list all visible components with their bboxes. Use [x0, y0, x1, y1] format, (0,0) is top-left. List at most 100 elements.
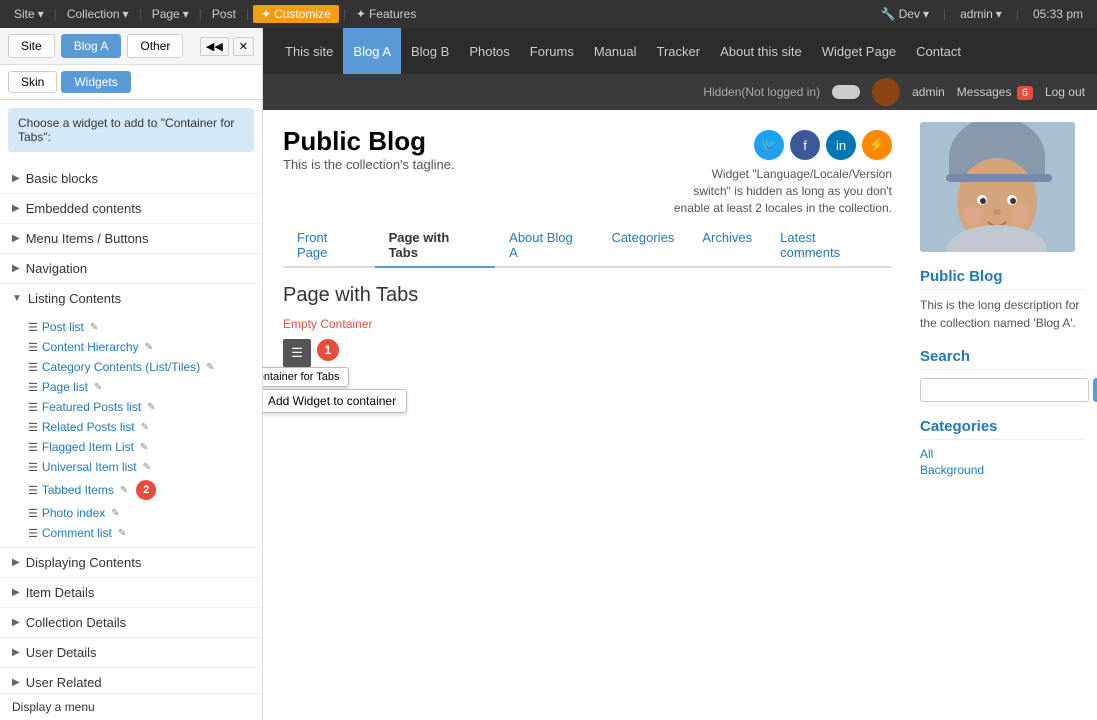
chevron-right-icon: ▶: [12, 677, 20, 688]
section-user-details-header[interactable]: ▶ User Details: [0, 638, 262, 667]
list-item[interactable]: ☰ Comment list ✎: [16, 523, 262, 543]
list-item[interactable]: ☰ Featured Posts list ✎: [16, 397, 262, 417]
twitter-icon[interactable]: 🐦: [754, 130, 784, 160]
public-blog-description: This is the long description for the col…: [920, 296, 1085, 332]
add-widget-badge[interactable]: 1: [317, 339, 339, 361]
section-user-related-label: User Related: [26, 675, 102, 690]
section-displaying-label: Displaying Contents: [26, 555, 142, 570]
section-menu-items: ▶ Menu Items / Buttons: [0, 224, 262, 254]
search-button[interactable]: Search: [1093, 378, 1097, 402]
add-widget-tooltip: Add Widget to container: [263, 389, 407, 413]
chevron-right-icon: ▶: [12, 203, 20, 214]
admin-post-menu[interactable]: Post: [206, 7, 242, 21]
baby-photo-widget: [920, 122, 1085, 252]
logged-in-toggle[interactable]: [832, 85, 860, 99]
section-item-details-header[interactable]: ▶ Item Details: [0, 578, 262, 607]
tab-widgets[interactable]: Widgets: [61, 71, 130, 93]
admin-user-menu[interactable]: admin ▾: [954, 7, 1008, 21]
category-background[interactable]: Background: [920, 462, 1085, 478]
nav-photos[interactable]: Photos: [459, 28, 519, 74]
admin-site-menu[interactable]: Site ▾: [8, 7, 50, 21]
page-title-area: Public Blog This is the collection's tag…: [283, 126, 455, 184]
admin-features-label: Features: [369, 7, 416, 21]
messages-link[interactable]: Messages 6: [957, 85, 1033, 99]
tab-blog-a[interactable]: Blog A: [61, 34, 122, 58]
tab-other[interactable]: Other: [127, 34, 183, 58]
section-menu-items-header[interactable]: ▶ Menu Items / Buttons: [0, 224, 262, 253]
baby-photo: [920, 122, 1075, 252]
nav-widget-page[interactable]: Widget Page: [812, 28, 906, 74]
list-icon: ☰: [28, 484, 38, 497]
rss-icon[interactable]: ⚡: [862, 130, 892, 160]
admin-page-label: Page: [152, 7, 180, 21]
logout-link[interactable]: Log out: [1045, 85, 1085, 99]
nav-contact[interactable]: Contact: [906, 28, 971, 74]
nav-blog-a[interactable]: Blog A: [343, 28, 401, 74]
tab-about-blog-a[interactable]: About Blog A: [495, 224, 597, 268]
item-label: Post list: [42, 320, 84, 334]
nav-tracker[interactable]: Tracker: [647, 28, 711, 74]
admin-dev-label: Dev: [899, 7, 920, 21]
widget-badge-area: 1 Container: Container for Tabs Add Widg…: [317, 339, 339, 361]
linkedin-icon[interactable]: in: [826, 130, 856, 160]
section-listing-contents-header[interactable]: ▼ Listing Contents: [0, 284, 262, 313]
item-label: Category Contents (List/Tiles): [42, 360, 200, 374]
tab-front-page[interactable]: Front Page: [283, 224, 375, 268]
list-icon: ☰: [28, 401, 38, 414]
categories-widget: Categories All Background: [920, 418, 1085, 478]
sidebar-close-btn[interactable]: ✕: [233, 37, 254, 56]
category-all[interactable]: All: [920, 446, 1085, 462]
tab-latest-comments[interactable]: Latest comments: [766, 224, 892, 268]
nav-forums[interactable]: Forums: [520, 28, 584, 74]
list-item[interactable]: ☰ Category Contents (List/Tiles) ✎: [16, 357, 262, 377]
admin-features-menu[interactable]: ✦ Features: [350, 7, 422, 21]
edit-icon: ✎: [206, 362, 214, 373]
nav-about[interactable]: About this site: [710, 28, 812, 74]
section-basic-blocks-header[interactable]: ▶ Basic blocks: [0, 164, 262, 193]
section-user-related-header[interactable]: ▶ User Related: [0, 668, 262, 693]
sidebar-tab-bar: Site Blog A Other ◀◀ ✕: [0, 28, 262, 65]
user-nav: Hidden(Not logged in) admin Messages 6 L…: [263, 74, 1097, 110]
item-label: Tabbed Items: [42, 483, 114, 497]
tab-page-with-tabs[interactable]: Page with Tabs: [375, 224, 496, 268]
list-icon: ☰: [28, 321, 38, 334]
list-item[interactable]: ☰ Content Hierarchy ✎: [16, 337, 262, 357]
edit-icon: ✎: [145, 342, 153, 353]
list-icon: ☰: [28, 507, 38, 520]
section-collection-details-header[interactable]: ▶ Collection Details: [0, 608, 262, 637]
section-navigation-header[interactable]: ▶ Navigation: [0, 254, 262, 283]
admin-page-menu[interactable]: Page ▾: [146, 7, 195, 21]
tab-categories[interactable]: Categories: [597, 224, 688, 268]
tab-site[interactable]: Site: [8, 34, 55, 58]
list-item[interactable]: ☰ Photo index ✎: [16, 503, 262, 523]
admin-dev-menu[interactable]: 🔧 Dev ▾: [875, 7, 935, 21]
section-displaying-contents-header[interactable]: ▶ Displaying Contents: [0, 548, 262, 577]
nav-manual[interactable]: Manual: [584, 28, 647, 74]
admin-collection-menu[interactable]: Collection ▾: [61, 7, 135, 21]
list-item[interactable]: ☰ Page list ✎: [16, 377, 262, 397]
nav-blog-b[interactable]: Blog B: [401, 28, 459, 74]
admin-time: 05:33 pm: [1027, 7, 1089, 21]
nav-this-site[interactable]: This site: [275, 28, 343, 74]
wrench-icon: 🔧: [881, 7, 896, 21]
chevron-right-icon: ▶: [12, 557, 20, 568]
widget-list-btn[interactable]: ☰: [283, 339, 311, 367]
user-name-link[interactable]: admin: [912, 85, 945, 99]
edit-icon: ✎: [120, 485, 128, 496]
list-item[interactable]: ☰ Universal Item list ✎: [16, 457, 262, 477]
tab-skin[interactable]: Skin: [8, 71, 57, 93]
list-icon: ☰: [28, 461, 38, 474]
list-item[interactable]: ☰ Flagged Item List ✎: [16, 437, 262, 457]
section-embedded-contents-header[interactable]: ▶ Embedded contents: [0, 194, 262, 223]
admin-customize-btn[interactable]: ✦ Customize: [253, 5, 339, 23]
sidebar-back-btn[interactable]: ◀◀: [200, 37, 229, 56]
section-listing-contents-body: ☰ Post list ✎ ☰ Content Hierarchy ✎ ☰ Ca…: [0, 313, 262, 547]
facebook-icon[interactable]: f: [790, 130, 820, 160]
list-item[interactable]: ☰ Tabbed Items ✎ 2: [16, 477, 262, 503]
section-page-title: Page with Tabs: [283, 284, 892, 307]
search-input[interactable]: [920, 378, 1089, 402]
list-icon: ☰: [28, 527, 38, 540]
tab-archives[interactable]: Archives: [688, 224, 766, 268]
list-item[interactable]: ☰ Related Posts list ✎: [16, 417, 262, 437]
list-item[interactable]: ☰ Post list ✎: [16, 317, 262, 337]
